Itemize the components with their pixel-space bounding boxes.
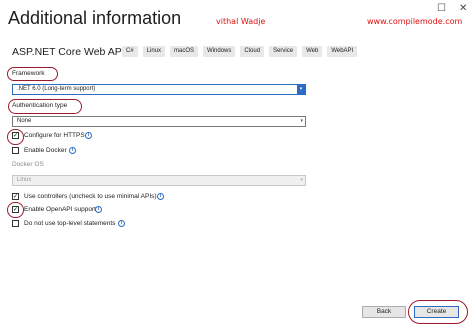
info-icon[interactable]: i: [85, 132, 92, 139]
docker-os-select: Linux ▾: [12, 175, 306, 186]
controllers-label: Use controllers (uncheck to use minimal …: [24, 193, 157, 200]
author-watermark: vithal Wadje: [216, 17, 266, 26]
chevron-down-icon[interactable]: ▾: [300, 117, 303, 126]
framework-select[interactable]: .NET 6.0 (Long-term support) ▾: [12, 84, 306, 95]
create-button[interactable]: Create: [414, 306, 459, 318]
tag-csharp: C#: [122, 46, 138, 57]
close-button[interactable]: ✕: [459, 3, 467, 15]
https-checkbox[interactable]: ✓: [12, 132, 19, 139]
project-template-name: ASP.NET Core Web API: [12, 46, 125, 58]
toplevel-label: Do not use top-level statements: [24, 220, 116, 227]
info-icon[interactable]: i: [69, 147, 76, 154]
auth-label: Authentication type: [12, 102, 68, 109]
controllers-checkbox[interactable]: ✓: [12, 193, 19, 200]
info-icon[interactable]: i: [118, 220, 125, 227]
auth-value: None: [17, 118, 32, 124]
info-icon[interactable]: i: [95, 206, 102, 213]
docker-checkbox[interactable]: [12, 147, 19, 154]
check-icon: ✓: [13, 194, 19, 200]
openapi-label: Enable OpenAPI support: [24, 206, 96, 213]
page-title: Additional information: [8, 8, 182, 28]
project-tags: C# Linux macOS Windows Cloud Service Web…: [122, 46, 358, 57]
openapi-checkbox[interactable]: ✓: [12, 206, 19, 213]
site-watermark: www.compilemode.com: [367, 17, 463, 26]
framework-value: .NET 6.0 (Long-term support): [17, 86, 96, 92]
check-icon: ✓: [13, 207, 19, 213]
info-icon[interactable]: i: [157, 193, 164, 200]
tag-web: Web: [302, 46, 323, 57]
back-button[interactable]: Back: [362, 306, 406, 318]
auth-select[interactable]: None ▾: [12, 116, 306, 127]
docker-os-label: Docker OS: [12, 161, 44, 168]
chevron-down-icon[interactable]: ▾: [297, 85, 305, 94]
maximize-button[interactable]: ☐: [437, 3, 446, 15]
chevron-down-icon: ▾: [300, 177, 303, 183]
tag-macos: macOS: [170, 46, 199, 57]
tag-cloud: Cloud: [240, 46, 265, 57]
docker-label: Enable Docker: [24, 147, 67, 154]
toplevel-checkbox[interactable]: [12, 220, 19, 227]
tag-webapi: WebAPI: [327, 46, 358, 57]
tag-service: Service: [269, 46, 298, 57]
tag-linux: Linux: [142, 46, 166, 57]
framework-label: Framework: [12, 70, 45, 77]
https-label: Configure for HTTPS: [24, 132, 85, 139]
check-icon: ✓: [13, 133, 19, 139]
docker-os-value: Linux: [17, 177, 32, 183]
tag-windows: Windows: [203, 46, 236, 57]
